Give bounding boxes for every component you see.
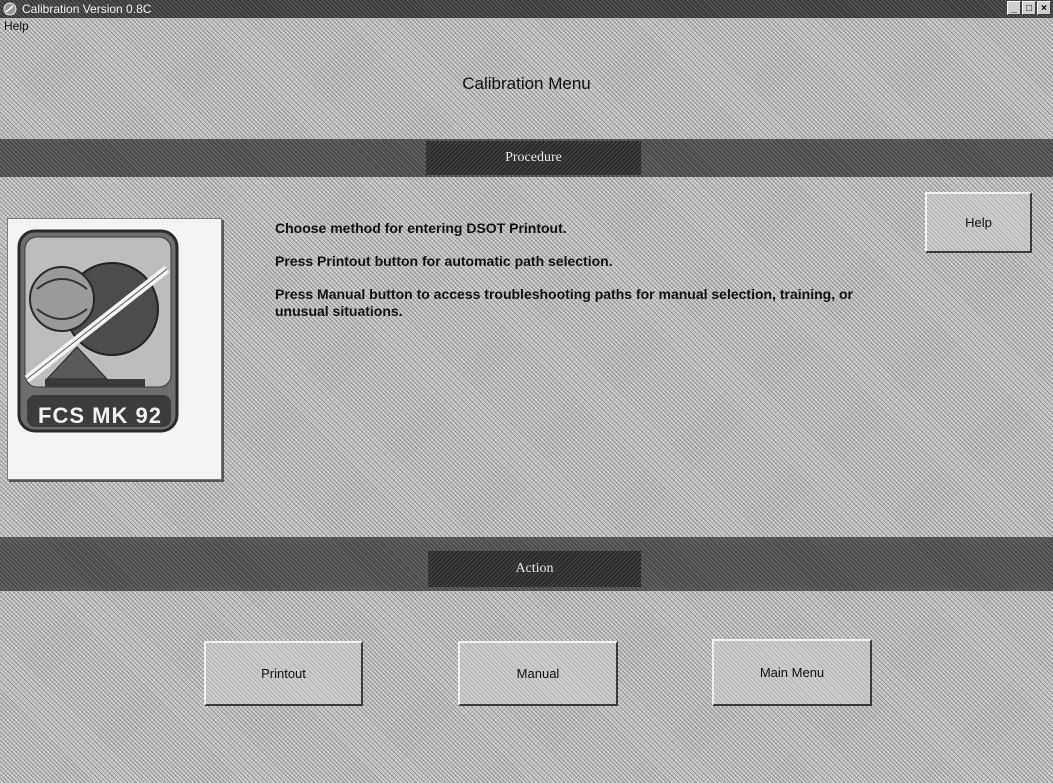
instruction-line-3: Press Manual button to access troublesho… [275, 286, 853, 319]
title-bar: Calibration Version 0.8C _ □ × [0, 0, 1053, 18]
main-menu-button[interactable]: Main Menu [712, 639, 872, 706]
procedure-section-label: Procedure [426, 141, 641, 175]
manual-button[interactable]: Manual [458, 641, 618, 706]
close-button[interactable]: × [1037, 1, 1051, 15]
minimize-button[interactable]: _ [1007, 1, 1021, 15]
instruction-line-2: Press Printout button for automatic path… [275, 253, 613, 269]
procedure-section-bar: Procedure [0, 139, 1053, 177]
logo-text: FCS MK 92 [38, 403, 162, 428]
page-title: Calibration Menu [462, 74, 591, 93]
action-section-bar: Action [0, 537, 1053, 591]
fcs-logo-panel: FCS MK 92 [7, 218, 222, 480]
menu-item-help[interactable]: Help [4, 19, 29, 33]
radar-dish-logo-icon [17, 229, 179, 433]
menu-bar: Help [0, 18, 1053, 35]
app-icon [3, 2, 17, 16]
window-title: Calibration Version 0.8C [22, 2, 152, 16]
maximize-button[interactable]: □ [1022, 1, 1036, 15]
window-controls: _ □ × [1007, 1, 1051, 15]
instructions-text: Choose method for entering DSOT Printout… [275, 220, 875, 336]
instruction-line-1: Choose method for entering DSOT Printout… [275, 220, 567, 236]
printout-button[interactable]: Printout [204, 641, 363, 706]
action-section-label: Action [428, 551, 641, 587]
help-button[interactable]: Help [925, 192, 1032, 253]
